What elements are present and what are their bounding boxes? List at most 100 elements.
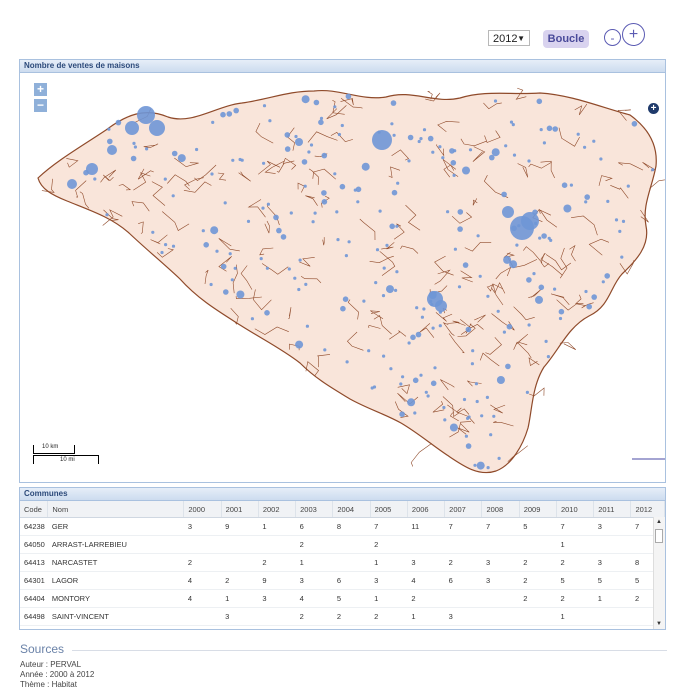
sales-bubble[interactable] <box>210 226 219 235</box>
sales-bubble[interactable] <box>558 316 563 321</box>
sales-bubble[interactable] <box>443 418 447 422</box>
sales-bubble[interactable] <box>355 186 362 193</box>
sales-bubble[interactable] <box>105 213 109 217</box>
sales-bubble[interactable] <box>372 130 392 150</box>
sales-bubble[interactable] <box>407 134 414 141</box>
sales-bubble[interactable] <box>417 139 421 144</box>
map-zoom-in-button[interactable]: + <box>34 83 47 96</box>
sales-bubble[interactable] <box>407 341 411 345</box>
sales-bubble[interactable] <box>392 133 396 137</box>
sales-bubble[interactable] <box>558 308 565 315</box>
sales-bubble[interactable] <box>390 100 397 106</box>
sales-bubble[interactable] <box>264 310 270 316</box>
sales-bubble[interactable] <box>347 240 351 244</box>
column-header[interactable]: 2005 <box>370 501 408 518</box>
sales-bubble[interactable] <box>298 258 302 262</box>
sales-bubble[interactable] <box>209 282 213 287</box>
sales-bubble[interactable] <box>93 177 97 181</box>
sales-bubble[interactable] <box>381 294 386 298</box>
sales-bubble[interactable] <box>340 123 344 128</box>
table-row[interactable]: 64404 MONTORY 4 1 3 4 5 1 2 2 2 1 2 <box>20 589 665 608</box>
sales-bubble[interactable] <box>340 305 346 312</box>
sales-bubble[interactable] <box>526 277 532 283</box>
sales-bubble[interactable] <box>339 183 346 190</box>
sales-bubble[interactable] <box>345 360 349 364</box>
sales-bubble[interactable] <box>473 463 477 467</box>
sales-bubble[interactable] <box>631 121 638 127</box>
sales-bubble[interactable] <box>502 330 506 334</box>
sales-bubble[interactable] <box>527 323 531 327</box>
scroll-up-icon[interactable]: ▲ <box>656 519 662 525</box>
sales-bubble[interactable] <box>525 390 529 394</box>
sales-bubble[interactable] <box>151 230 155 234</box>
table-row[interactable]: 64301 LAGOR 4 2 9 3 6 3 4 6 3 2 5 5 5 <box>20 571 665 590</box>
sales-bubble[interactable] <box>604 273 610 279</box>
map-canvas[interactable]: + − + 10 km 10 mi <box>20 73 665 482</box>
sales-bubble[interactable] <box>412 377 419 384</box>
sales-bubble[interactable] <box>303 184 307 188</box>
sales-bubble[interactable] <box>429 299 433 303</box>
sales-bubble[interactable] <box>502 206 514 218</box>
sales-bubble[interactable] <box>318 119 324 126</box>
sales-bubble[interactable] <box>592 139 596 143</box>
sales-bubble[interactable] <box>485 395 489 399</box>
sales-bubble[interactable] <box>289 211 293 215</box>
sales-bubble[interactable] <box>297 287 301 292</box>
sales-bubble[interactable] <box>626 184 630 188</box>
sales-bubble[interactable] <box>280 234 287 240</box>
sales-bubble[interactable] <box>228 252 232 256</box>
column-header[interactable]: 2003 <box>295 501 334 518</box>
sales-bubble[interactable] <box>313 211 317 215</box>
column-header[interactable]: 2007 <box>444 501 483 518</box>
sales-bubble[interactable] <box>542 141 547 145</box>
sales-bubble[interactable] <box>220 263 227 270</box>
sales-bubble[interactable] <box>561 182 568 188</box>
sales-bubble[interactable] <box>544 339 548 343</box>
sales-bubble[interactable] <box>541 233 547 239</box>
table-row[interactable]: 64238 GER 3 9 1 6 8 7 11 7 7 5 7 3 7 <box>20 517 665 536</box>
sales-bubble[interactable] <box>471 349 475 353</box>
table-row[interactable]: 64050 ARRAST-LARREBIEU 2 2 1 <box>20 535 665 554</box>
sales-bubble[interactable] <box>535 295 543 304</box>
sales-bubble[interactable] <box>321 152 328 159</box>
sales-bubble[interactable] <box>201 229 205 233</box>
sales-bubble[interactable] <box>476 461 485 470</box>
sales-bubble[interactable] <box>233 107 239 114</box>
column-header[interactable]: 2001 <box>221 501 259 518</box>
sales-bubble[interactable] <box>399 411 405 418</box>
sales-bubble[interactable] <box>399 382 403 386</box>
sales-bubble[interactable] <box>333 172 337 176</box>
sales-bubble[interactable] <box>195 147 199 152</box>
sales-bubble[interactable] <box>362 299 366 303</box>
sales-bubble[interactable] <box>527 159 531 163</box>
sales-bubble[interactable] <box>462 262 469 268</box>
sales-bubble[interactable] <box>532 272 536 276</box>
sales-bubble[interactable] <box>467 415 471 419</box>
column-header[interactable]: 2012 <box>630 501 665 518</box>
sales-bubble[interactable] <box>295 340 304 349</box>
sales-bubble[interactable] <box>601 280 605 284</box>
sales-bubble[interactable] <box>145 147 149 151</box>
sales-bubble[interactable] <box>313 99 320 106</box>
sales-bubble[interactable] <box>511 225 517 232</box>
sales-bubble[interactable] <box>509 120 514 124</box>
sales-bubble[interactable] <box>453 149 457 153</box>
sales-bubble[interactable] <box>344 254 348 258</box>
sales-bubble[interactable] <box>584 194 590 200</box>
scroll-thumb[interactable] <box>655 529 663 543</box>
zoom-out-button[interactable]: - <box>604 29 621 46</box>
sales-bubble[interactable] <box>401 375 405 379</box>
sales-bubble[interactable] <box>501 191 507 198</box>
sales-bubble[interactable] <box>470 362 474 366</box>
sales-bubble[interactable] <box>539 128 543 132</box>
sales-bubble[interactable] <box>203 242 209 248</box>
sales-bubble[interactable] <box>549 238 553 242</box>
sales-bubble[interactable] <box>431 326 435 330</box>
sales-bubble[interactable] <box>226 111 233 117</box>
sales-bubble[interactable] <box>438 145 442 149</box>
sales-bubble[interactable] <box>67 179 77 189</box>
sales-bubble[interactable] <box>394 288 398 292</box>
sales-bubble[interactable] <box>259 257 263 261</box>
column-header[interactable]: 2006 <box>407 501 446 518</box>
sales-bubble[interactable] <box>651 168 655 172</box>
